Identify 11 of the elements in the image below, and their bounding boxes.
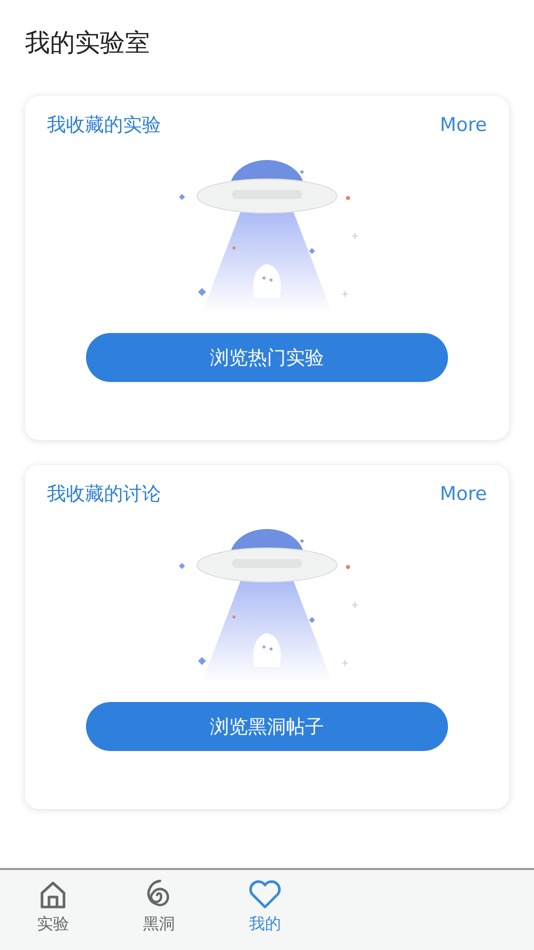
more-link[interactable]: More (440, 483, 487, 505)
card-title: 我收藏的实验 (47, 113, 161, 138)
browse-button[interactable]: 浏览黑洞帖子 (86, 702, 448, 751)
browse-button[interactable]: 浏览热门实验 (86, 333, 448, 382)
card-title: 我收藏的讨论 (47, 482, 161, 507)
more-link[interactable]: More (440, 114, 487, 136)
page-title: 我的实验室 (24, 27, 151, 59)
tab[interactable]: 实验 (0, 870, 106, 950)
heart-icon (248, 879, 282, 911)
tab[interactable]: 黑洞 (106, 870, 212, 950)
tab[interactable]: 我的 (212, 870, 318, 950)
